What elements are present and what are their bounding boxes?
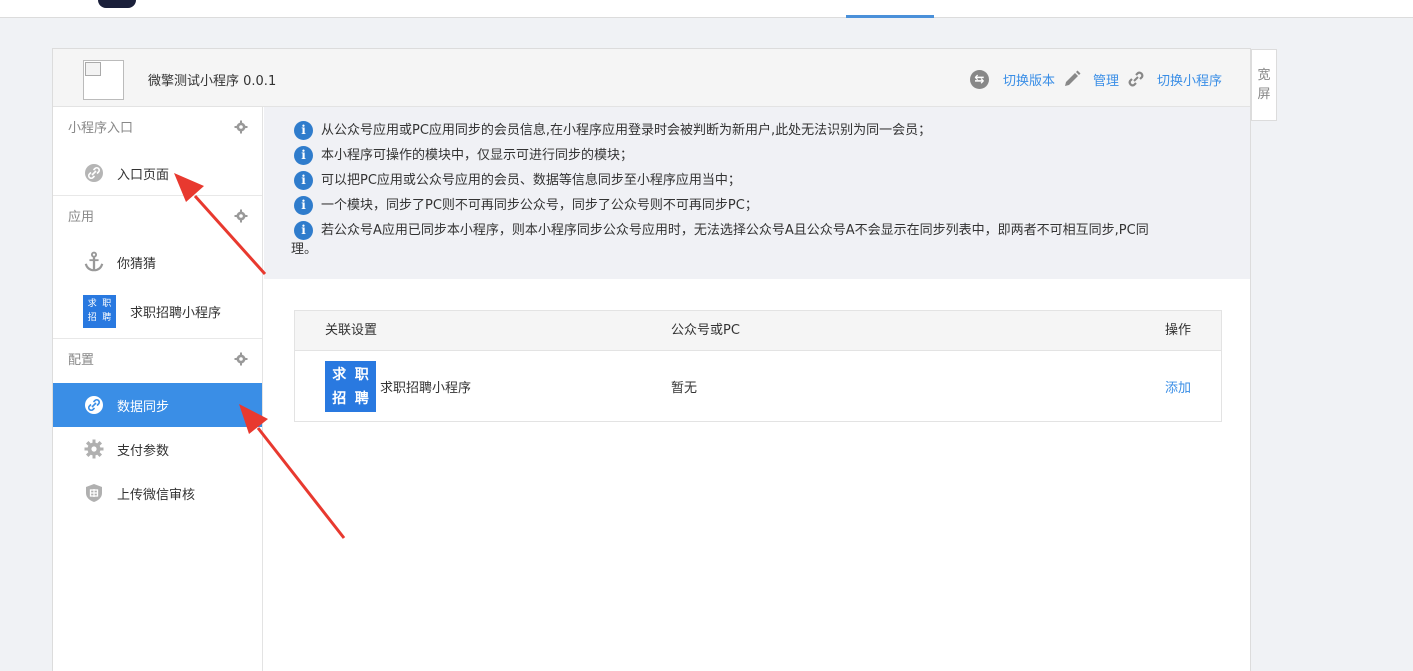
- notice-item: i 从公众号应用或PC应用同步的会员信息,在小程序应用登录时会被判断为新用户,此处…: [294, 121, 1220, 140]
- target-cell: 暂无: [671, 380, 698, 396]
- header-actions: ⇆ 切换版本 管理 切换小程序: [964, 68, 1222, 90]
- anchor-icon: [83, 251, 105, 273]
- sidebar-item-label: 求职招聘小程序: [130, 305, 222, 321]
- sidebar-group-title: 应用: [68, 210, 95, 225]
- gear-icon: [83, 438, 105, 460]
- notice-box: i 从公众号应用或PC应用同步的会员信息,在小程序应用登录时会被判断为新用户,此处…: [264, 107, 1250, 279]
- active-tab-indicator: [846, 15, 934, 18]
- sidebar-item-payment-params[interactable]: 支付参数: [53, 427, 262, 471]
- info-icon: i: [294, 171, 313, 190]
- manage-button[interactable]: 管理: [1061, 68, 1119, 90]
- sidebar-item-label: 支付参数: [117, 443, 170, 459]
- gear-icon[interactable]: [234, 120, 248, 134]
- notice-item-continuation: 理。: [291, 242, 318, 257]
- sidebar-item-label: 你猜猜: [117, 256, 157, 272]
- main-panel: 微擎测试小程序 0.0.1 ⇆ 切换版本 管理 切换小程序 小程序入口 入口页面…: [52, 48, 1251, 671]
- table-row: 求职 招聘 求职招聘小程序 暂无 添加: [295, 351, 1221, 421]
- info-icon: i: [294, 121, 313, 140]
- sidebar-item-label: 入口页面: [117, 167, 170, 183]
- link-icon: [1125, 68, 1147, 90]
- app-logo-icon: 求职 招聘: [325, 360, 376, 412]
- panel-header: 微擎测试小程序 0.0.1 ⇆ 切换版本 管理 切换小程序: [53, 49, 1250, 107]
- switch-miniprogram-button[interactable]: 切换小程序: [1125, 68, 1222, 90]
- sidebar-item-upload-review[interactable]: 上传微信审核: [53, 471, 262, 515]
- gear-icon[interactable]: [234, 352, 248, 366]
- app-thumbnail: [83, 60, 124, 100]
- sidebar-item-entry-page[interactable]: 入口页面: [53, 151, 262, 195]
- sidebar-group-title: 配置: [68, 353, 95, 368]
- notice-item: i 本小程序可操作的模块中，仅显示可进行同步的模块；: [294, 146, 1220, 165]
- sidebar-group-config: 配置: [53, 339, 262, 383]
- notice-item: i 一个模块，同步了PC则不可再同步公众号，同步了公众号则不可再同步PC；: [294, 196, 1220, 215]
- notice-item: i 可以把PC应用或公众号应用的会员、数据等信息同步至小程序应用当中；: [294, 171, 1220, 190]
- sidebar-item-label: 数据同步: [117, 399, 170, 415]
- link-icon: [83, 162, 105, 184]
- info-icon: i: [294, 221, 313, 240]
- sidebar-group-apps: 应用: [53, 196, 262, 240]
- table-header: 关联设置 公众号或PC 操作: [295, 311, 1221, 351]
- app-name: 微擎测试小程序 0.0.1: [148, 74, 277, 89]
- add-button[interactable]: 添加: [1165, 381, 1191, 396]
- app-logo-icon: 求职 招聘: [83, 294, 116, 328]
- link-icon: [83, 394, 105, 416]
- top-navbar: [0, 0, 1413, 18]
- shield-icon: [83, 482, 105, 504]
- info-icon: i: [294, 146, 313, 165]
- sidebar: 小程序入口 入口页面 应用 你猜猜 求职 招聘 求职招聘小程序 配置 数据同步 …: [53, 107, 263, 671]
- switch-version-icon: ⇆: [969, 69, 989, 89]
- sidebar-group-title: 小程序入口: [68, 121, 134, 136]
- site-logo-fragment: [98, 0, 136, 8]
- sidebar-item-job-app[interactable]: 求职 招聘 求职招聘小程序: [53, 284, 262, 338]
- gear-icon[interactable]: [234, 209, 248, 223]
- switch-version-button[interactable]: ⇆ 切换版本: [969, 69, 1055, 89]
- switch-version-label: 切换版本: [1002, 73, 1055, 89]
- sidebar-item-data-sync[interactable]: 数据同步: [53, 383, 262, 427]
- wide-screen-label: 宽屏: [1257, 68, 1271, 102]
- wide-screen-toggle[interactable]: 宽屏: [1251, 49, 1277, 121]
- column-header-target: 公众号或PC: [671, 323, 740, 338]
- column-header-setting: 关联设置: [325, 322, 378, 338]
- sidebar-item-label: 上传微信审核: [117, 487, 196, 503]
- pencil-icon: [1061, 68, 1083, 90]
- sidebar-group-entry: 小程序入口: [53, 107, 262, 151]
- app-name-cell: 求职招聘小程序: [380, 380, 472, 396]
- manage-label: 管理: [1092, 73, 1119, 89]
- sync-table: 关联设置 公众号或PC 操作 求职 招聘 求职招聘小程序 暂无 添加: [294, 310, 1222, 422]
- sidebar-item-nicaicai[interactable]: 你猜猜: [53, 240, 262, 284]
- column-header-action: 操作: [1164, 323, 1191, 338]
- info-icon: i: [294, 196, 313, 215]
- switch-miniprogram-label: 切换小程序: [1156, 73, 1222, 89]
- notice-item: i 若公众号A应用已同步本小程序，则本小程序同步公众号应用时，无法选择公众号A且公…: [294, 221, 1220, 240]
